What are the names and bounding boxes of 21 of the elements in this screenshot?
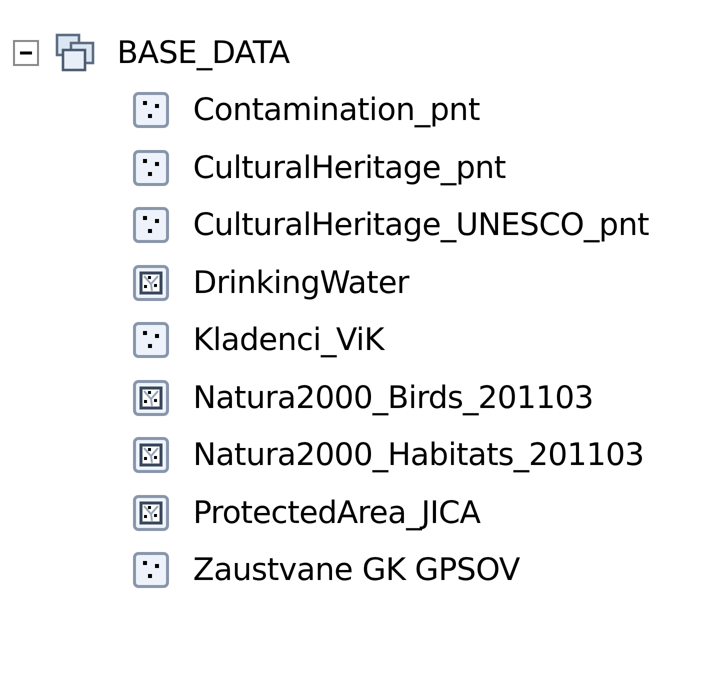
layer-label[interactable]: Natura2000_Habitats_201103: [193, 437, 644, 474]
point-layer-icon: [133, 322, 169, 358]
polygon-layer-icon: [133, 437, 169, 474]
point-layer-icon: [133, 552, 169, 588]
layer-label[interactable]: CulturalHeritage_pnt: [193, 150, 506, 186]
point-layer-icon: [133, 207, 169, 244]
layers-icon: [55, 32, 97, 73]
polygon-layer-icon: [133, 380, 169, 416]
polygon-layer-icon: [133, 264, 169, 301]
layer-label[interactable]: Zaustvane GK GPSOV: [193, 552, 520, 588]
group-label[interactable]: BASE_DATA: [117, 34, 290, 71]
layer-label[interactable]: Contamination_pnt: [193, 92, 480, 128]
layer-label[interactable]: ProtectedArea_JICA: [193, 494, 480, 531]
polygon-layer-icon: [133, 494, 169, 531]
collapse-icon[interactable]: [13, 40, 39, 66]
layer-label[interactable]: Natura2000_Birds_201103: [193, 380, 594, 416]
layer-label[interactable]: Kladenci_ViK: [193, 322, 384, 358]
layer-label[interactable]: CulturalHeritage_UNESCO_pnt: [193, 207, 649, 244]
point-layer-icon: [133, 150, 169, 186]
point-layer-icon: [133, 92, 169, 128]
layer-label[interactable]: DrinkingWater: [193, 264, 409, 301]
